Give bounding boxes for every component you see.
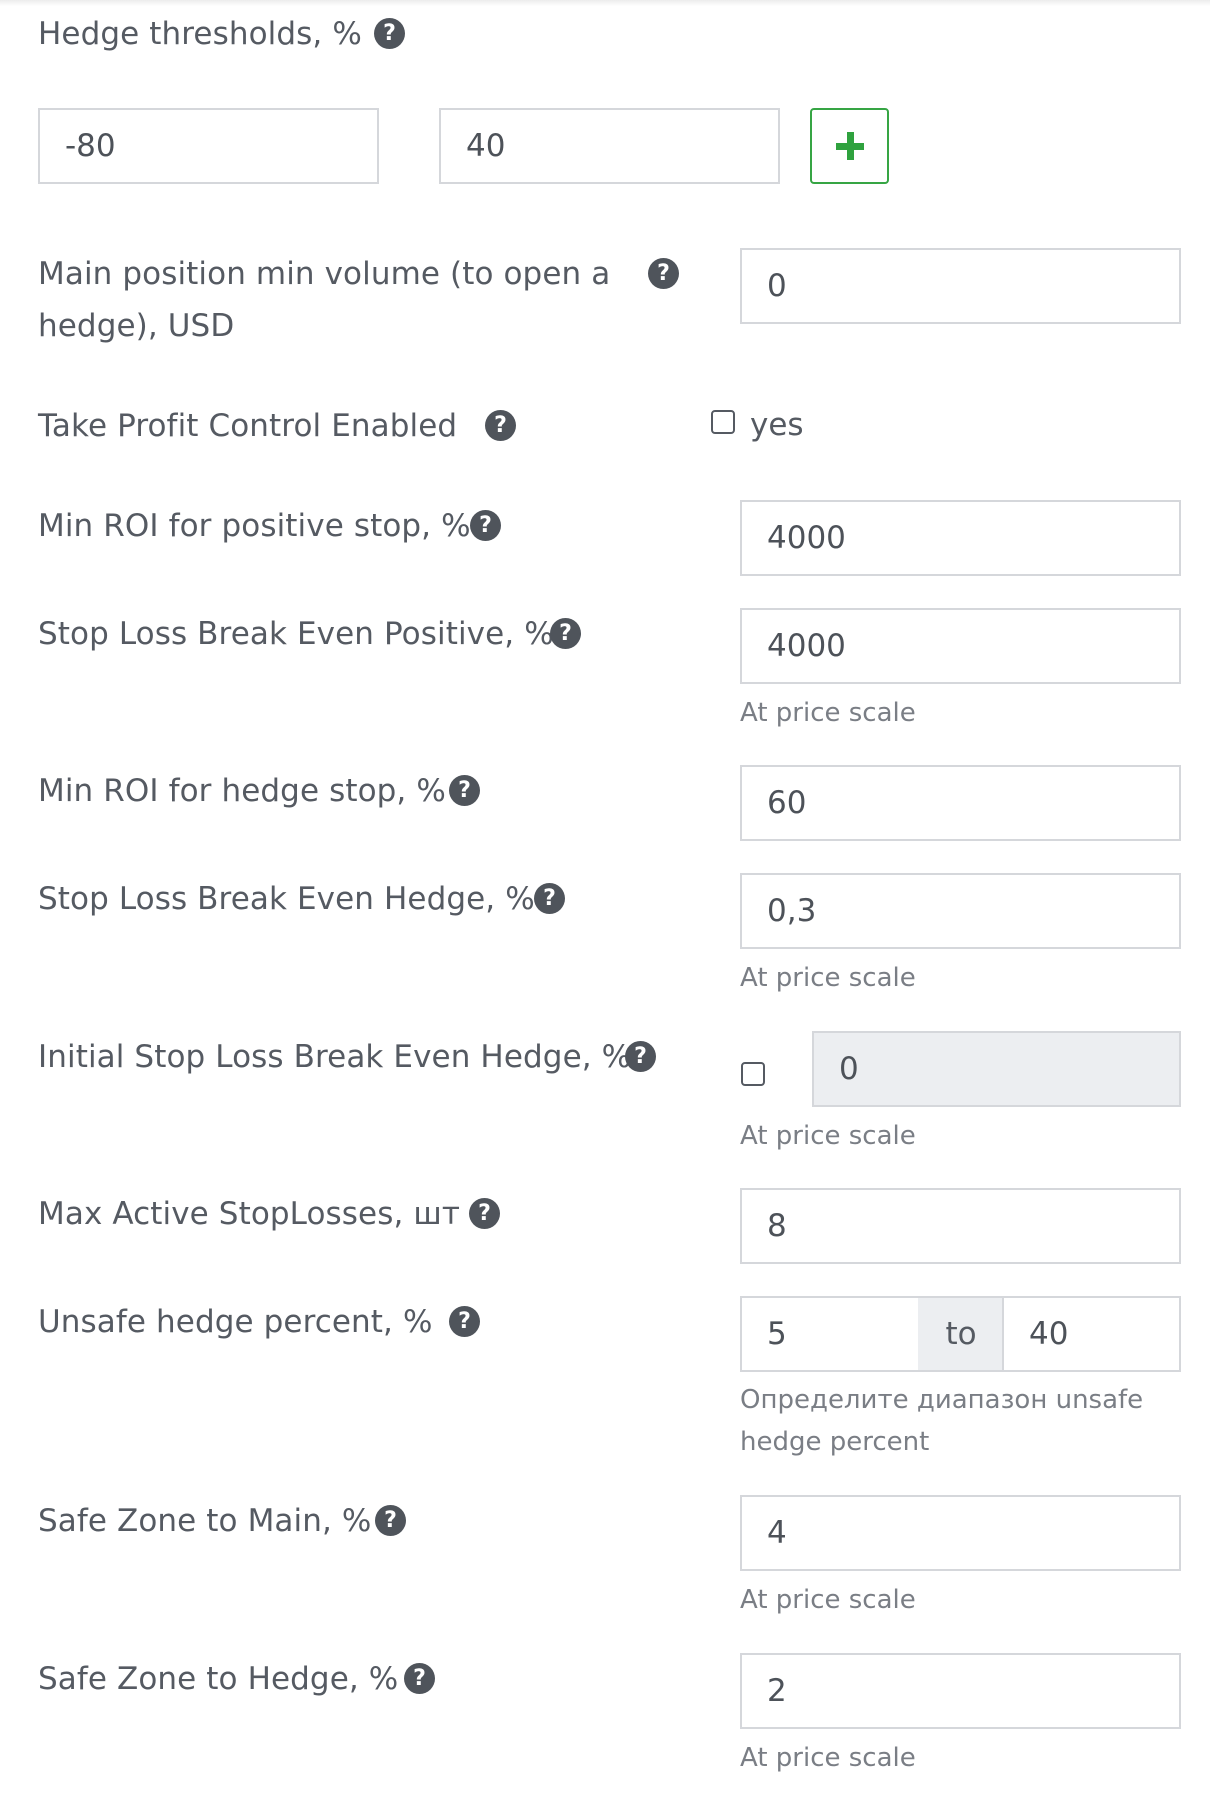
initial-sl-break-even-hedge-checkbox[interactable] [741,1062,765,1086]
main-min-volume-input[interactable]: 0 [740,248,1181,324]
min-roi-hedge-label: Min ROI for hedge stop, % [38,773,446,809]
safe-zone-hedge-input[interactable]: 2 [740,1653,1181,1729]
question-circle-icon[interactable]: ? [470,510,501,541]
max-active-stoplosses-label: Max Active StopLosses, шт [38,1196,461,1232]
min-roi-positive-label: Min ROI for positive stop, % [38,508,471,544]
unsafe-hedge-hint-line2: hedge percent [740,1427,930,1457]
question-circle-icon[interactable]: ? [449,1306,480,1337]
initial-sl-break-even-hedge-label: Initial Stop Loss Break Even Hedge, % [38,1039,632,1075]
unsafe-hedge-percent-label: Unsafe hedge percent, % [38,1304,433,1340]
sl-break-even-hedge-label: Stop Loss Break Even Hedge, % [38,881,535,917]
sl-break-even-hedge-hint: At price scale [740,963,916,993]
take-profit-control-yes-label: yes [750,407,804,443]
sl-break-even-positive-input[interactable]: 4000 [740,608,1181,684]
question-circle-icon[interactable]: ? [550,618,581,649]
sl-break-even-positive-hint: At price scale [740,698,916,728]
question-circle-icon[interactable]: ? [469,1198,500,1229]
unsafe-hedge-hint-line1: Определите диапазон unsafe [740,1385,1144,1415]
min-roi-hedge-input[interactable]: 60 [740,765,1181,841]
max-active-stoplosses-input[interactable]: 8 [740,1188,1181,1264]
hedge-threshold-max-input[interactable]: 40 [439,108,780,184]
plus-icon-vertical [847,132,854,160]
question-circle-icon[interactable]: ? [404,1663,435,1694]
safe-zone-hedge-hint: At price scale [740,1743,916,1773]
add-threshold-button[interactable] [810,108,889,184]
top-shadow [0,0,1210,6]
take-profit-control-checkbox[interactable] [711,410,735,434]
safe-zone-main-hint: At price scale [740,1585,916,1615]
unsafe-hedge-to-addon: to [918,1296,1004,1372]
initial-sl-break-even-hedge-input: 0 [812,1031,1181,1107]
question-circle-icon[interactable]: ? [449,775,480,806]
hedge-threshold-min-input[interactable]: -80 [38,108,379,184]
safe-zone-hedge-label: Safe Zone to Hedge, % [38,1661,399,1697]
unsafe-hedge-to-input[interactable]: 40 [1002,1296,1181,1372]
sl-break-even-positive-label: Stop Loss Break Even Positive, % [38,616,554,652]
main-min-volume-label-line2: hedge), USD [38,308,235,344]
sl-break-even-hedge-input[interactable]: 0,3 [740,873,1181,949]
unsafe-hedge-from-input[interactable]: 5 [740,1296,920,1372]
take-profit-control-label: Take Profit Control Enabled [38,408,458,444]
question-circle-icon[interactable]: ? [485,410,516,441]
hedge-thresholds-label: Hedge thresholds, % [38,16,362,52]
question-circle-icon[interactable]: ? [648,258,679,289]
safe-zone-main-label: Safe Zone to Main, % [38,1503,372,1539]
question-circle-icon[interactable]: ? [375,1505,406,1536]
safe-zone-main-input[interactable]: 4 [740,1495,1181,1571]
question-circle-icon[interactable]: ? [625,1041,656,1072]
question-circle-icon[interactable]: ? [534,883,565,914]
main-min-volume-label-line1: Main position min volume (to open a [38,256,611,292]
initial-sl-break-even-hedge-hint: At price scale [740,1121,916,1151]
min-roi-positive-input[interactable]: 4000 [740,500,1181,576]
question-circle-icon[interactable]: ? [374,18,405,49]
